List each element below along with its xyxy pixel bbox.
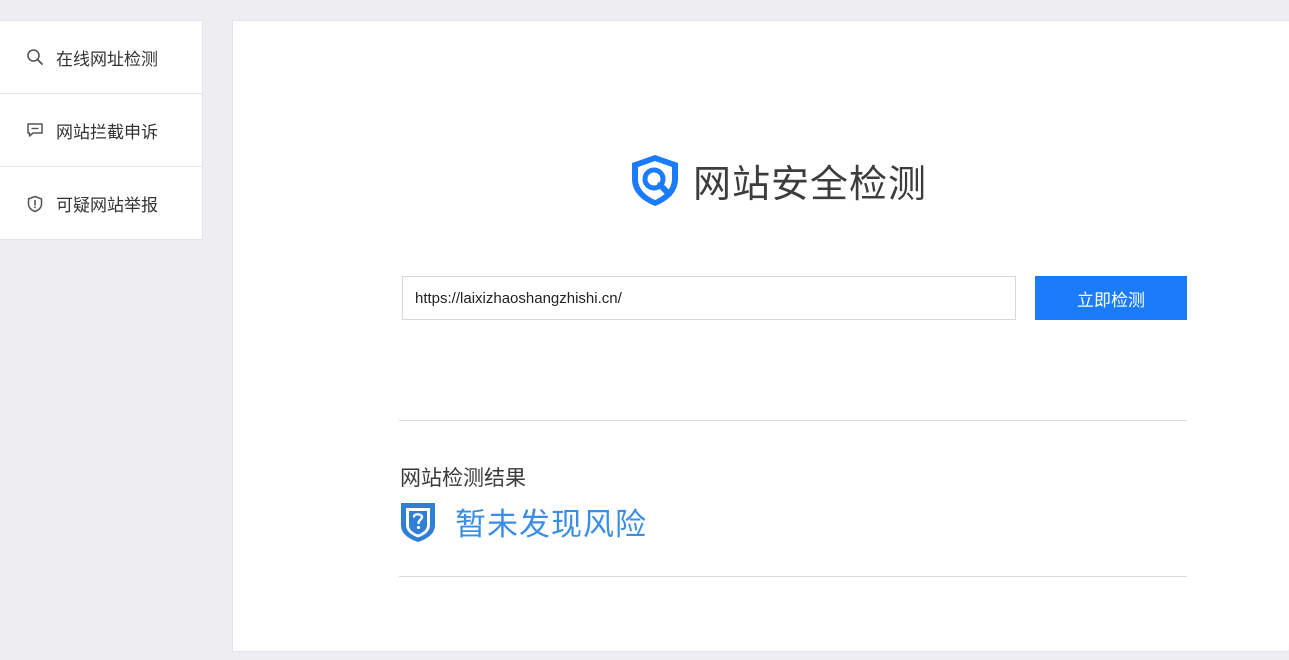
sidebar-item-label: 在线网址检测: [56, 49, 158, 70]
result-status-text: 暂未发现风险: [455, 507, 647, 543]
check-now-button[interactable]: 立即检测: [1035, 276, 1187, 320]
shield-question-icon: [401, 502, 435, 542]
divider: [399, 576, 1187, 577]
sidebar-item-online-url-check[interactable]: 在线网址检测: [0, 21, 202, 94]
page-title: 网站安全检测: [693, 161, 928, 206]
divider: [399, 420, 1187, 421]
url-input[interactable]: [402, 276, 1016, 320]
message-icon: [26, 121, 44, 139]
result-status: 暂未发现风险: [399, 499, 647, 544]
sidebar: 在线网址检测 网站拦截申诉 可疑网站举报: [0, 20, 203, 240]
page: 在线网址检测 网站拦截申诉 可疑网站举报 网站安全检测 https://laix…: [0, 0, 1289, 660]
search-icon: [26, 48, 44, 66]
shield-search-icon: [632, 155, 678, 206]
sidebar-item-report-site[interactable]: 可疑网站举报: [0, 167, 202, 240]
main-panel: 网站安全检测 立即检测 网站检测结果 暂未发现风险: [232, 20, 1289, 652]
logo: 网站安全检测: [627, 152, 927, 208]
shield-alert-icon: [26, 195, 44, 213]
sidebar-item-block-appeal[interactable]: 网站拦截申诉: [0, 94, 202, 167]
sidebar-item-label: 可疑网站举报: [56, 196, 158, 216]
sidebar-item-label: 网站拦截申诉: [56, 122, 158, 143]
result-heading: 网站检测结果: [400, 466, 526, 490]
